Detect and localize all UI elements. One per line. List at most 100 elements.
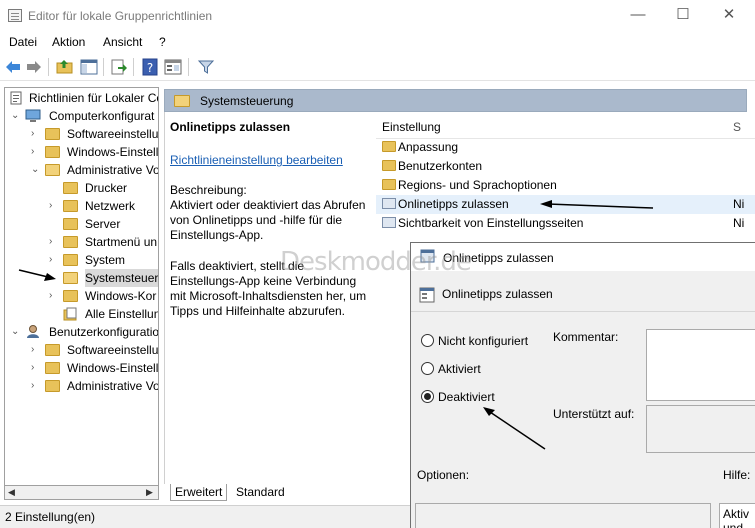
chevron-down-icon[interactable]: ⌄ — [11, 107, 21, 125]
list-item-anpassung[interactable]: Anpassung — [376, 138, 755, 157]
list-item-onlinetipps-zulassen[interactable]: Onlinetipps zulassen Ni — [376, 195, 755, 214]
list-item-benutzerkonten[interactable]: Benutzerkonten — [376, 157, 755, 176]
chevron-right-icon[interactable]: › — [31, 359, 41, 377]
navigation-tree[interactable]: Richtlinien für Lokaler Co ⌄ Computerkon… — [4, 87, 159, 500]
menu-ansicht[interactable]: Ansicht — [103, 35, 142, 49]
column-header-state[interactable]: S — [733, 120, 741, 134]
forward-icon[interactable] — [25, 58, 43, 76]
folder-icon — [382, 141, 396, 152]
tree-node-server[interactable]: Server — [49, 215, 158, 233]
dialog-subheader-label: Onlinetipps zulassen — [442, 287, 553, 301]
tree-node-label: Windows-Einstell — [67, 145, 159, 159]
scroll-left-icon[interactable]: ◀ — [8, 486, 15, 499]
comment-field[interactable] — [646, 329, 755, 401]
radio-circle-selected[interactable] — [421, 390, 434, 403]
list-item-sichtbarkeit-von-einstellungsseiten[interactable]: Sichtbarkeit von Einstellungsseiten Ni — [376, 214, 755, 233]
toolbar: ? — [0, 53, 755, 81]
list-item-regions-und-sprachoptionen[interactable]: Regions- und Sprachoptionen — [376, 176, 755, 195]
toolbar-separator — [103, 58, 104, 76]
tree-node-startmenue[interactable]: › Startmenü un — [49, 233, 158, 251]
menu-aktion[interactable]: Aktion — [52, 35, 85, 49]
radio-circle[interactable] — [421, 362, 434, 375]
chevron-right-icon[interactable]: › — [31, 377, 41, 395]
minimize-button[interactable]: — — [615, 0, 661, 32]
tree-node-label: Administrative Vo — [67, 379, 159, 393]
setting-icon — [419, 287, 435, 303]
policy-dialog: Onlinetipps zulassen Onlinetipps zulasse… — [410, 242, 755, 528]
list-item-label: Sichtbarkeit von Einstellungsseiten — [398, 216, 584, 230]
view-tabs: Erweitert Standard — [164, 484, 414, 501]
chevron-right-icon[interactable]: › — [49, 251, 59, 269]
folder-open-icon — [174, 95, 190, 107]
radio-circle[interactable] — [421, 334, 434, 347]
dialog-divider — [411, 311, 755, 312]
tab-standard[interactable]: Standard — [232, 484, 289, 501]
help-icon[interactable]: ? — [141, 58, 159, 76]
tree-node-label: System — [85, 253, 126, 267]
list-item-state: Ni — [733, 216, 745, 230]
tree-node-user-windows-einstellungen[interactable]: › Windows-Einstell — [31, 359, 159, 377]
back-icon[interactable] — [4, 58, 22, 76]
tree-node-label: Drucker — [85, 181, 128, 195]
list-item-label: Anpassung — [398, 140, 459, 154]
tree-node-windows-einstellungen[interactable]: › Windows-Einstell — [31, 143, 159, 161]
list-item-label: Regions- und Sprachoptionen — [398, 178, 557, 192]
policy-doc-icon — [10, 91, 22, 105]
chevron-right-icon[interactable]: › — [49, 269, 59, 287]
all-settings-icon — [63, 307, 77, 321]
chevron-right-icon[interactable]: › — [49, 197, 59, 215]
tree-node-drucker[interactable]: Drucker — [49, 179, 158, 197]
setting-icon — [382, 217, 396, 228]
export-list-icon[interactable] — [110, 58, 128, 76]
tree-horizontal-scrollbar[interactable]: ◀ ▶ — [4, 485, 159, 500]
category-title: Systemsteuerung — [200, 94, 294, 108]
menu-datei[interactable]: Datei — [9, 35, 37, 49]
column-header-setting[interactable]: Einstellung — [382, 120, 441, 134]
tree-node-system[interactable]: › System — [49, 251, 158, 269]
tree-node-softwareeinstellungen[interactable]: › Softwareeinstellu — [31, 125, 159, 143]
chevron-right-icon[interactable]: › — [31, 341, 41, 359]
tree-node-systemsteuerung[interactable]: › Systemsteuer — [49, 269, 158, 287]
edit-policy-link[interactable]: Richtlinieneinstellung bearbeiten — [170, 153, 375, 168]
list-item-label: Benutzerkonten — [398, 159, 483, 173]
setting-icon — [382, 198, 396, 209]
tree-node-user-softwareeinstellungen[interactable]: › Softwareeinstellu — [31, 341, 158, 359]
tree-node-benutzerkonfiguration[interactable]: ⌄ Benutzerkonfiguratio — [11, 323, 158, 341]
category-header: Systemsteuerung — [164, 89, 747, 112]
tree-node-label: Windows-Einstell — [67, 361, 159, 375]
chevron-right-icon[interactable]: › — [31, 143, 41, 161]
close-button[interactable]: ✕ — [706, 0, 752, 32]
tree-node-user-administrative-vorlagen[interactable]: › Administrative Vo — [31, 377, 159, 395]
chevron-down-icon[interactable]: ⌄ — [11, 323, 21, 341]
toolbar-separator — [133, 58, 134, 76]
tree-node-label: Softwareeinstellu — [67, 127, 159, 141]
tree-node-label: Alle Einstellun — [85, 307, 159, 321]
folder-open-icon — [45, 164, 60, 176]
description-label: Beschreibung: — [170, 183, 247, 197]
title-bar: Editor für lokale Gruppenrichtlinien — ☐… — [0, 0, 755, 32]
show-hide-tree-icon[interactable] — [80, 58, 98, 76]
scroll-right-icon[interactable]: ▶ — [146, 486, 153, 499]
filter-icon[interactable] — [197, 58, 215, 76]
chevron-right-icon[interactable]: › — [31, 125, 41, 143]
app-icon — [8, 9, 22, 22]
menu-help[interactable]: ? — [159, 35, 166, 49]
properties-icon[interactable] — [164, 58, 182, 76]
tree-node-administrative-vorlagen[interactable]: ⌄ Administrative Vo — [31, 161, 158, 179]
folder-icon — [63, 200, 78, 212]
up-folder-icon[interactable] — [56, 58, 74, 76]
chevron-right-icon[interactable]: › — [49, 233, 59, 251]
tree-node-windows-komponenten[interactable]: › Windows-Kor — [49, 287, 158, 305]
folder-icon — [63, 182, 78, 194]
chevron-down-icon[interactable]: ⌄ — [31, 161, 41, 179]
tree-node-root[interactable]: Richtlinien für Lokaler Co — [7, 89, 159, 107]
tree-node-label: Richtlinien für Lokaler Co — [29, 91, 159, 105]
tree-node-alle-einstellungen[interactable]: Alle Einstellun — [49, 305, 159, 323]
help-label: Hilfe: — [723, 468, 751, 482]
maximize-button[interactable]: ☐ — [660, 0, 706, 32]
tree-node-netzwerk[interactable]: › Netzwerk — [49, 197, 158, 215]
tree-node-computerkonfiguration[interactable]: ⌄ Computerkonfigurat — [11, 107, 158, 125]
tab-erweitert[interactable]: Erweitert — [170, 484, 228, 501]
list-item-label: Onlinetipps zulassen — [398, 197, 509, 211]
chevron-right-icon[interactable]: › — [49, 287, 59, 305]
